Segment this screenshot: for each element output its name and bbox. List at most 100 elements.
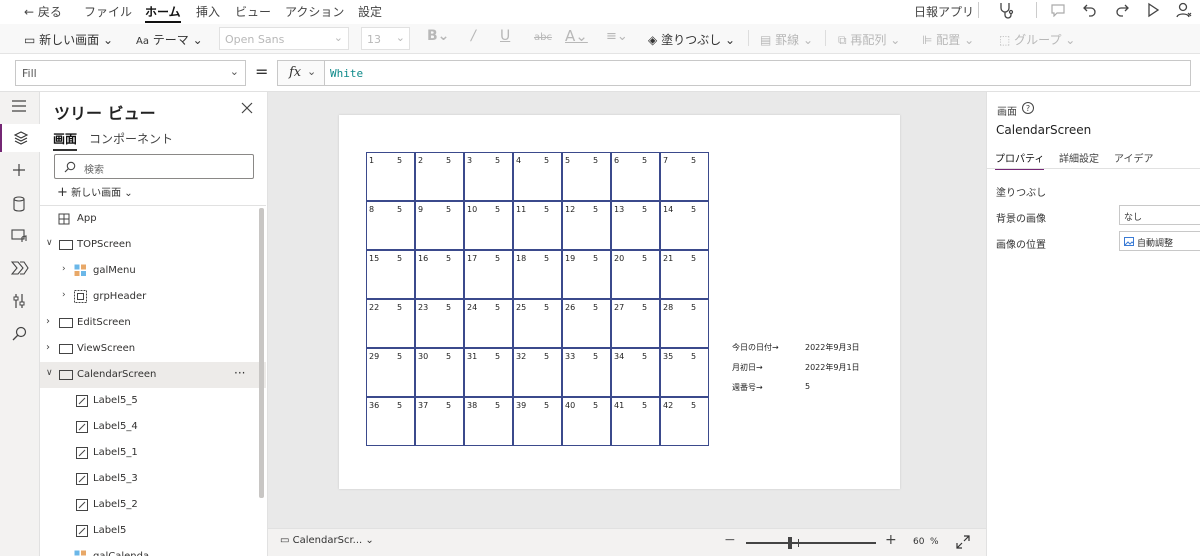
- italic-icon[interactable]: /: [471, 28, 476, 44]
- tree-item-topscreen[interactable]: ∨ TOPScreen: [40, 232, 266, 258]
- hamburger-icon[interactable]: [11, 100, 27, 112]
- tab-screens[interactable]: 画面: [53, 130, 78, 151]
- fill-button[interactable]: ◈ 塗りつぶし ⌄: [648, 31, 735, 48]
- zoom-slider-thumb[interactable]: [788, 537, 792, 549]
- property-select[interactable]: Fill ⌄: [15, 60, 246, 86]
- font-family-select[interactable]: Open Sans ⌄: [219, 27, 349, 50]
- calendar-cell[interactable]: 35: [464, 152, 513, 201]
- theme-button[interactable]: Aa テーマ ⌄: [136, 31, 203, 48]
- calendar-cell[interactable]: 23 5: [415, 299, 464, 348]
- tree-scrollbar[interactable]: [259, 208, 264, 498]
- tab-components[interactable]: コンポーネント: [89, 130, 173, 147]
- calendar-cell[interactable]: 30 5: [415, 348, 464, 397]
- tree-item-label5-5[interactable]: Label5_5: [40, 388, 266, 414]
- close-icon[interactable]: [240, 101, 254, 115]
- calendar-cell[interactable]: 25 5: [513, 299, 562, 348]
- calendar-cell[interactable]: 14 5: [660, 201, 709, 250]
- fx-button[interactable]: fx ⌄: [277, 60, 325, 86]
- menu-file[interactable]: ファイル: [84, 3, 132, 20]
- screen-selector[interactable]: ▭ CalendarScr... ⌄: [280, 535, 374, 546]
- calendar-cell[interactable]: 15 5: [366, 250, 415, 299]
- bold-icon[interactable]: B⌄: [427, 28, 449, 44]
- advanced-tools-icon[interactable]: [12, 293, 26, 309]
- reorder-button[interactable]: ⧉ 再配列 ⌄: [838, 31, 900, 48]
- calendar-cell[interactable]: 27 5: [611, 299, 660, 348]
- calendar-cell[interactable]: 28 5: [660, 299, 709, 348]
- help-icon[interactable]: ?: [1022, 102, 1034, 114]
- calendar-cell[interactable]: 24 5: [464, 299, 513, 348]
- calendar-cell[interactable]: 36 5: [366, 397, 415, 446]
- tree-item-calendarscreen[interactable]: ∨ CalendarScreen ···: [40, 362, 266, 388]
- calendar-cell[interactable]: 29 5: [366, 348, 415, 397]
- calendar-cell[interactable]: 32 5: [513, 348, 562, 397]
- calendar-cell[interactable]: 37 5: [415, 397, 464, 446]
- tree-item-editscreen[interactable]: › EditScreen: [40, 310, 266, 336]
- calendar-cell[interactable]: 85: [366, 201, 415, 250]
- calendar-cell[interactable]: 38 5: [464, 397, 513, 446]
- calendar-cell[interactable]: 40 5: [562, 397, 611, 446]
- strikethrough-icon[interactable]: abc: [534, 32, 552, 43]
- align-button[interactable]: ⊫ 配置 ⌄: [922, 31, 974, 48]
- underline-icon[interactable]: U: [500, 28, 510, 44]
- zoom-slider[interactable]: [746, 537, 876, 549]
- calendar-cell[interactable]: 10 5: [464, 201, 513, 250]
- calendar-cell[interactable]: 17 5: [464, 250, 513, 299]
- tree-item-grpheader[interactable]: › grpHeader: [40, 284, 266, 310]
- tree-new-screen-button[interactable]: + 新しい画面 ⌄: [57, 184, 133, 200]
- database-icon[interactable]: [12, 196, 26, 212]
- tree-item-label5-2[interactable]: Label5_2: [40, 492, 266, 518]
- calendar-cell[interactable]: 39 5: [513, 397, 562, 446]
- calendar-cell[interactable]: 22 5: [366, 299, 415, 348]
- calendar-cell[interactable]: 75: [660, 152, 709, 201]
- calendar-screen[interactable]: 1 5 2 5 3 5 4 5 5 5 6 5 7 5 8 5 9 5 10 5 11 5 12 5 13 5 14 5 15 5 16 5 1…: [339, 115, 900, 489]
- user-icon[interactable]: [1176, 1, 1192, 19]
- text-align-icon[interactable]: ≡⌄: [606, 29, 628, 44]
- tree-view-rail-button[interactable]: [0, 124, 40, 152]
- tree-item-app[interactable]: App: [40, 206, 266, 232]
- calendar-cell[interactable]: 19 5: [562, 250, 611, 299]
- tab-ideas[interactable]: アイデア: [1114, 150, 1154, 165]
- font-color-icon[interactable]: A⌄: [565, 27, 588, 45]
- calendar-cell[interactable]: 33 5: [562, 348, 611, 397]
- group-button[interactable]: ⬚ グループ ⌄: [999, 31, 1075, 48]
- calendar-cell[interactable]: 13 5: [611, 201, 660, 250]
- calendar-cell[interactable]: 41 5: [611, 397, 660, 446]
- comment-icon[interactable]: [1050, 3, 1066, 17]
- undo-icon[interactable]: [1082, 2, 1098, 18]
- calendar-cell[interactable]: 21 5: [660, 250, 709, 299]
- zoom-in-button[interactable]: +: [885, 532, 897, 548]
- fit-to-window-icon[interactable]: [956, 535, 970, 549]
- tree-item-viewscreen[interactable]: › ViewScreen: [40, 336, 266, 362]
- calendar-cell[interactable]: 11 5: [513, 201, 562, 250]
- insert-icon[interactable]: [12, 163, 26, 177]
- calendar-cell[interactable]: 18 5: [513, 250, 562, 299]
- tree-item-label5-3[interactable]: Label5_3: [40, 466, 266, 492]
- tree-search-input[interactable]: 検索: [54, 154, 254, 179]
- menu-home[interactable]: ホーム: [145, 3, 181, 23]
- tree-item-galmenu[interactable]: › galMenu: [40, 258, 266, 284]
- calendar-cell[interactable]: 26 5: [562, 299, 611, 348]
- more-options-icon[interactable]: ···: [234, 366, 245, 380]
- calendar-cell[interactable]: 65: [611, 152, 660, 201]
- redo-icon[interactable]: [1114, 2, 1130, 18]
- tab-advanced[interactable]: 詳細設定: [1059, 150, 1099, 165]
- calendar-cell[interactable]: 12 5: [562, 201, 611, 250]
- calendar-cell[interactable]: 95: [415, 201, 464, 250]
- calendar-cell[interactable]: 20 5: [611, 250, 660, 299]
- calendar-cell[interactable]: 31 5: [464, 348, 513, 397]
- tree-item-label5-1[interactable]: Label5_1: [40, 440, 266, 466]
- play-icon[interactable]: [1146, 2, 1160, 18]
- calendar-cell[interactable]: 55: [562, 152, 611, 201]
- menu-action[interactable]: アクション: [285, 3, 344, 20]
- tab-properties[interactable]: プロパティ: [995, 150, 1045, 170]
- media-icon[interactable]: [11, 228, 29, 244]
- calendar-gallery[interactable]: 1 5 2 5 3 5 4 5 5 5 6 5 7 5 8 5 9 5 10 5 11 5 12 5 13 5 14 5 15 5 16 5 1…: [366, 152, 710, 446]
- border-button[interactable]: ▤ 罫線 ⌄: [760, 31, 813, 48]
- calendar-cell[interactable]: 16 5: [415, 250, 464, 299]
- new-screen-button[interactable]: ▭ 新しい画面 ⌄: [24, 31, 113, 48]
- zoom-out-button[interactable]: −: [724, 532, 736, 548]
- tree-item-label5[interactable]: Label5: [40, 518, 266, 544]
- calendar-cell[interactable]: 35 5: [660, 348, 709, 397]
- search-icon[interactable]: [12, 326, 27, 341]
- bg-image-select[interactable]: なし: [1119, 205, 1200, 225]
